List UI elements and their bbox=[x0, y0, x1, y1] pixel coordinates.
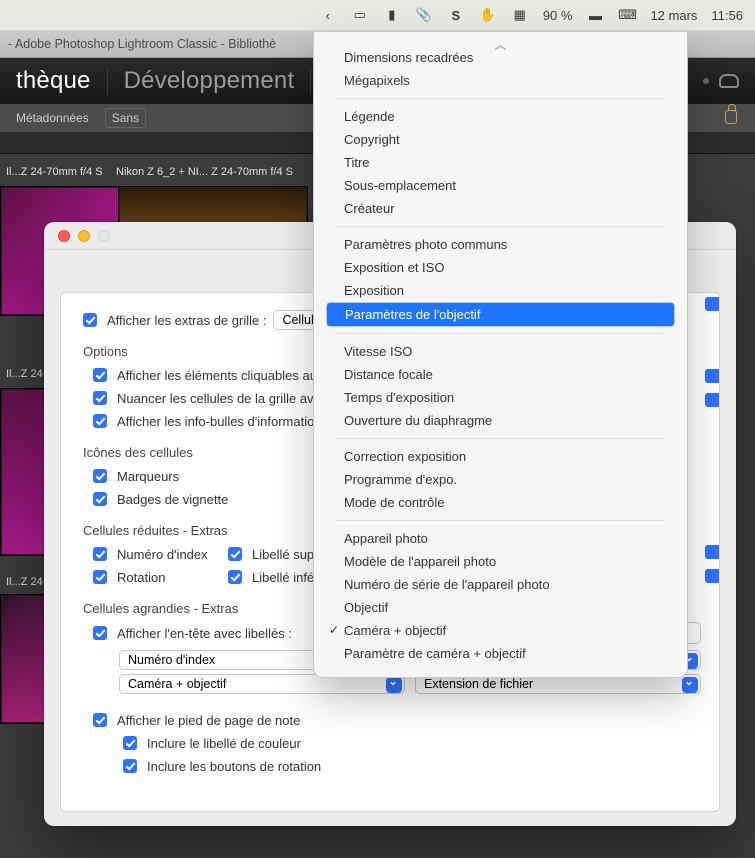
chk-index[interactable] bbox=[93, 547, 107, 561]
menu-item[interactable]: Paramètres photo communs bbox=[326, 233, 675, 256]
separator bbox=[336, 520, 665, 521]
menu-item[interactable]: Correction exposition bbox=[326, 445, 675, 468]
lbl-index: Numéro d'index bbox=[117, 547, 217, 562]
date-text: 12 mars bbox=[650, 8, 697, 23]
menu-item-selected[interactable]: Paramètres de l'objectif bbox=[326, 302, 675, 327]
thumb-label: Il...Z 24-70mm f/4 S bbox=[0, 166, 110, 178]
menu-item[interactable]: Paramètre de caméra + objectif bbox=[326, 642, 675, 665]
menu-item[interactable]: Numéro de série de l'appareil photo bbox=[326, 573, 675, 596]
hand-icon: ✋ bbox=[479, 6, 497, 24]
menu-item[interactable]: Objectif bbox=[326, 596, 675, 619]
meta-label[interactable]: Métadonnées bbox=[10, 109, 95, 127]
separator bbox=[336, 438, 665, 439]
menu-item[interactable]: Légende bbox=[326, 105, 675, 128]
grid-extras-label: Afficher les extras de grille : bbox=[107, 313, 266, 328]
clipboard-icon: ▦ bbox=[511, 6, 529, 24]
keyboard-icon: ⌨ bbox=[618, 6, 636, 24]
sync-area bbox=[703, 74, 755, 88]
menu-item[interactable]: Exposition et ISO bbox=[326, 256, 675, 279]
menu-item[interactable]: Temps d'exposition bbox=[326, 386, 675, 409]
strike-icon: S bbox=[447, 6, 465, 24]
menu-item[interactable]: Appareil photo bbox=[326, 527, 675, 550]
filter-sans[interactable]: Sans bbox=[105, 108, 146, 128]
edge-knob bbox=[705, 369, 719, 383]
mac-menubar: ‹ ▭ ▮ 📎 S ✋ ▦ 90 % ▬ ⌨ 12 mars 11:56 bbox=[0, 0, 755, 30]
menu-item[interactable]: Dimensions recadrées bbox=[326, 46, 675, 69]
traffic-lights[interactable] bbox=[58, 230, 110, 242]
menu-item[interactable]: Mode de contrôle bbox=[326, 491, 675, 514]
chk-rot-buttons[interactable] bbox=[123, 759, 137, 773]
lbl-color-label: Inclure le libellé de couleur bbox=[147, 736, 301, 751]
chk-color-label[interactable] bbox=[123, 736, 137, 750]
bookmark-icon: ▮ bbox=[383, 6, 401, 24]
lbl-markers: Marqueurs bbox=[117, 469, 179, 484]
chk-tint[interactable] bbox=[93, 391, 107, 405]
label-dropdown[interactable]: ︿ Dimensions recadrées Mégapixels Légend… bbox=[313, 31, 688, 678]
chk-bottom-label[interactable] bbox=[228, 570, 242, 584]
time-text: 11:56 bbox=[711, 8, 743, 23]
chk-footer[interactable] bbox=[93, 713, 107, 727]
menu-item[interactable]: Copyright bbox=[326, 128, 675, 151]
lbl-badges: Badges de vignette bbox=[117, 492, 228, 507]
thumb-label: Nikon Z 6_2 + NI... Z 24-70mm f/4 S bbox=[110, 166, 310, 178]
menu-item[interactable]: Programme d'expo. bbox=[326, 468, 675, 491]
minimize-icon[interactable] bbox=[78, 230, 90, 242]
rect-icon: ▭ bbox=[351, 6, 369, 24]
zoom-icon bbox=[98, 230, 110, 242]
lbl-rotation: Rotation bbox=[117, 570, 217, 585]
menu-item[interactable]: Vitesse ISO bbox=[326, 340, 675, 363]
separator bbox=[336, 226, 665, 227]
menu-item[interactable]: Titre bbox=[326, 151, 675, 174]
chk-markers[interactable] bbox=[93, 469, 107, 483]
chk-tooltips[interactable] bbox=[93, 414, 107, 428]
battery-icon: ▬ bbox=[586, 6, 604, 24]
module-develop[interactable]: Développement bbox=[108, 67, 312, 95]
lbl-header-labels: Afficher l'en-tête avec libellés : bbox=[117, 626, 292, 641]
module-library[interactable]: thèque bbox=[0, 67, 108, 95]
menu-item-checked[interactable]: Caméra + objectif bbox=[326, 619, 675, 642]
menu-item[interactable]: Modèle de l'appareil photo bbox=[326, 550, 675, 573]
menu-item[interactable]: Sous-emplacement bbox=[326, 174, 675, 197]
menu-item[interactable]: Distance focale bbox=[326, 363, 675, 386]
chk-header-labels[interactable] bbox=[93, 626, 107, 640]
menu-item[interactable]: Exposition bbox=[326, 279, 675, 302]
chk-grid-extras[interactable] bbox=[83, 313, 97, 327]
chk-clickable[interactable] bbox=[93, 368, 107, 382]
edge-knob bbox=[705, 297, 719, 311]
menu-item[interactable]: Créateur bbox=[326, 197, 675, 220]
menu-item[interactable]: Mégapixels bbox=[326, 69, 675, 92]
close-icon[interactable] bbox=[58, 230, 70, 242]
edge-knob bbox=[705, 393, 719, 407]
back-icon: ‹ bbox=[319, 6, 337, 24]
lbl-footer: Afficher le pied de page de note bbox=[117, 713, 300, 728]
separator bbox=[336, 333, 665, 334]
lbl-rot-buttons: Inclure les boutons de rotation bbox=[147, 759, 321, 774]
battery-text: 90 % bbox=[543, 8, 573, 23]
menu-item[interactable]: Ouverture du diaphragme bbox=[326, 409, 675, 432]
sync-dot-icon bbox=[703, 78, 709, 84]
separator bbox=[336, 98, 665, 99]
app-title: - Adobe Photoshop Lightroom Classic - Bi… bbox=[8, 37, 276, 51]
chk-rotation[interactable] bbox=[93, 570, 107, 584]
cloud-icon[interactable] bbox=[719, 74, 739, 88]
lock-icon[interactable] bbox=[725, 110, 737, 124]
edge-knob bbox=[705, 569, 719, 583]
paperclip-icon: 📎 bbox=[415, 6, 433, 24]
chk-badges[interactable] bbox=[93, 492, 107, 506]
chk-top-label[interactable] bbox=[228, 547, 242, 561]
edge-knob bbox=[705, 545, 719, 559]
